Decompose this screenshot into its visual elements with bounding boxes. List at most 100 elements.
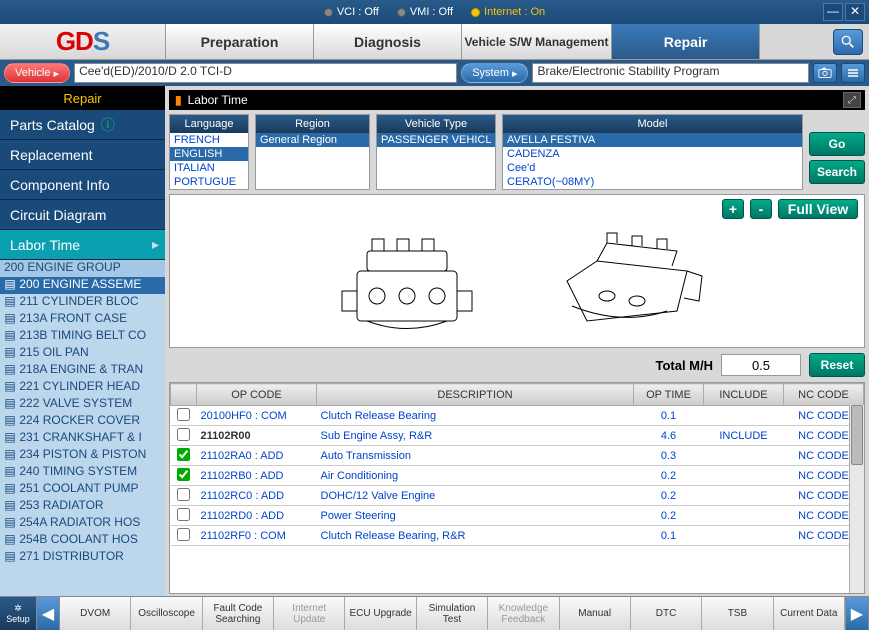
camera-button[interactable] [813, 63, 837, 83]
col-nccode[interactable]: NC CODE [784, 384, 864, 406]
filter-language-list[interactable]: FRENCH ENGLISH ITALIAN PORTUGUE [170, 133, 248, 189]
row-checkbox[interactable] [177, 428, 190, 441]
region-opt[interactable]: General Region [256, 133, 369, 147]
tree-item[interactable]: ▤ 221 CYLINDER HEAD [0, 379, 165, 396]
filter-model-header: Model [503, 115, 802, 133]
vtype-opt[interactable]: PASSENGER VEHICL [377, 133, 495, 147]
row-checkbox[interactable] [177, 508, 190, 521]
tab-diagnosis[interactable]: Diagnosis [313, 24, 461, 59]
bb-dvom[interactable]: DVOM [60, 597, 131, 630]
reset-button[interactable]: Reset [809, 353, 865, 377]
tree-item[interactable]: ▤ 254B COOLANT HOS [0, 532, 165, 549]
table-row[interactable]: 21102R00 Sub Engine Assy, R&R 4.6 INCLUD… [171, 426, 864, 446]
nav-labor-time[interactable]: Labor Time▸ [0, 230, 165, 260]
grid-scrollbar[interactable] [849, 405, 864, 593]
parts-tree[interactable]: 200 ENGINE GROUP ▤ 200 ENGINE ASSEME ▤ 2… [0, 260, 165, 598]
nav-replacement[interactable]: Replacement [0, 140, 165, 170]
col-desc[interactable]: DESCRIPTION [317, 384, 634, 406]
global-search-button[interactable] [833, 29, 863, 55]
tree-item[interactable]: ▤ 240 TIMING SYSTEM [0, 464, 165, 481]
tree-item[interactable]: ▤ 215 OIL PAN [0, 345, 165, 362]
nav-parts-catalog[interactable]: Parts Catalogⓘ [0, 110, 165, 140]
vehicle-pill[interactable]: Vehicle ▸ [4, 63, 70, 83]
bb-ecu-upgrade[interactable]: ECU Upgrade [345, 597, 416, 630]
filter-row: Language FRENCH ENGLISH ITALIAN PORTUGUE… [169, 114, 865, 190]
tree-item[interactable]: ▤ 213A FRONT CASE [0, 311, 165, 328]
filter-model-list[interactable]: AVELLA FESTIVA CADENZA Cee'd CERATO(~08M… [503, 133, 802, 189]
tab-preparation[interactable]: Preparation [165, 24, 313, 59]
language-opt[interactable]: PORTUGUE [170, 175, 248, 189]
record-button[interactable] [841, 63, 865, 83]
language-opt[interactable]: ENGLISH [170, 147, 248, 161]
system-pill[interactable]: System ▸ [461, 63, 528, 83]
filter-region-list[interactable]: General Region [256, 133, 369, 189]
table-row[interactable]: 21102RF0 : COM Clutch Release Bearing, R… [171, 526, 864, 546]
col-opcode[interactable]: OP CODE [197, 384, 317, 406]
bb-knowledge-feedback[interactable]: Knowledge Feedback [488, 597, 559, 630]
tab-repair[interactable]: Repair [611, 24, 759, 59]
table-row[interactable]: 20100HF0 : COM Clutch Release Bearing 0.… [171, 406, 864, 426]
cell-opcode: 20100HF0 : COM [197, 406, 317, 426]
toolbar-right-arrow[interactable]: ▶ [845, 597, 869, 630]
bb-oscilloscope[interactable]: Oscilloscope [131, 597, 202, 630]
system-value[interactable]: Brake/Electronic Stability Program [532, 63, 809, 83]
go-button[interactable]: Go [809, 132, 865, 156]
row-checkbox[interactable] [177, 488, 190, 501]
cell-optime: 4.6 [634, 426, 704, 446]
expand-button[interactable]: ⤢ [843, 92, 861, 108]
full-view-button[interactable]: Full View [778, 199, 858, 219]
table-row[interactable]: 21102RB0 : ADD Air Conditioning 0.2 NC C… [171, 466, 864, 486]
camera-icon [818, 66, 832, 80]
bb-dtc[interactable]: DTC [631, 597, 702, 630]
bb-current-data[interactable]: Current Data [774, 597, 845, 630]
tab-vehicle-sw[interactable]: Vehicle S/W Management [461, 24, 611, 59]
chevron-right-icon: ▸ [152, 236, 159, 253]
tree-item[interactable]: ▤ 218A ENGINE & TRAN [0, 362, 165, 379]
language-opt[interactable]: ITALIAN [170, 161, 248, 175]
bb-manual[interactable]: Manual [560, 597, 631, 630]
tree-item[interactable]: ▤ 222 VALVE SYSTEM [0, 396, 165, 413]
model-opt[interactable]: Cee'd [503, 161, 802, 175]
bb-fault-code[interactable]: Fault Code Searching [203, 597, 274, 630]
col-include[interactable]: INCLUDE [704, 384, 784, 406]
setup-button[interactable]: ✲ Setup [0, 597, 36, 630]
filter-vtype-list[interactable]: PASSENGER VEHICL [377, 133, 495, 189]
model-opt[interactable]: AVELLA FESTIVA [503, 133, 802, 147]
tree-item[interactable]: ▤ 253 RADIATOR [0, 498, 165, 515]
close-button[interactable]: ✕ [845, 3, 865, 21]
language-opt[interactable]: FRENCH [170, 133, 248, 147]
model-opt[interactable]: CERATO(~08MY) [503, 175, 802, 189]
tree-item[interactable]: ▤ 231 CRANKSHAFT & I [0, 430, 165, 447]
minimize-button[interactable]: — [823, 3, 843, 21]
tree-item[interactable]: ▤ 200 ENGINE ASSEME [0, 277, 165, 294]
table-row[interactable]: 21102RC0 : ADD DOHC/12 Valve Engine 0.2 … [171, 486, 864, 506]
search-button[interactable]: Search [809, 160, 865, 184]
cell-include[interactable]: INCLUDE [704, 426, 784, 446]
tree-item[interactable]: ▤ 251 COOLANT PUMP [0, 481, 165, 498]
tree-item[interactable]: ▤ 224 ROCKER COVER [0, 413, 165, 430]
bb-simulation-test[interactable]: Simulation Test [417, 597, 488, 630]
nav-component-info[interactable]: Component Info [0, 170, 165, 200]
bb-internet-update[interactable]: Internet Update [274, 597, 345, 630]
tree-item[interactable]: ▤ 213B TIMING BELT CO [0, 328, 165, 345]
table-row[interactable]: 21102RD0 : ADD Power Steering 0.2 NC COD… [171, 506, 864, 526]
row-checkbox[interactable] [177, 408, 190, 421]
row-checkbox[interactable] [177, 528, 190, 541]
zoom-in-button[interactable]: + [722, 199, 744, 219]
tree-item[interactable]: ▤ 271 DISTRIBUTOR [0, 549, 165, 566]
row-checkbox[interactable] [177, 448, 190, 461]
vehicle-value[interactable]: Cee'd(ED)/2010/D 2.0 TCI-D [74, 63, 457, 83]
toolbar-left-arrow[interactable]: ◀ [36, 597, 60, 630]
tree-header[interactable]: 200 ENGINE GROUP [0, 260, 165, 277]
model-opt[interactable]: CADENZA [503, 147, 802, 161]
tree-item[interactable]: ▤ 211 CYLINDER BLOC [0, 294, 165, 311]
tree-item[interactable]: ▤ 234 PISTON & PISTON [0, 447, 165, 464]
row-checkbox[interactable] [177, 468, 190, 481]
total-input[interactable] [721, 354, 801, 376]
zoom-out-button[interactable]: - [750, 199, 772, 219]
bb-tsb[interactable]: TSB [702, 597, 773, 630]
col-optime[interactable]: OP TIME [634, 384, 704, 406]
nav-circuit-diagram[interactable]: Circuit Diagram [0, 200, 165, 230]
table-row[interactable]: 21102RA0 : ADD Auto Transmission 0.3 NC … [171, 446, 864, 466]
tree-item[interactable]: ▤ 254A RADIATOR HOS [0, 515, 165, 532]
